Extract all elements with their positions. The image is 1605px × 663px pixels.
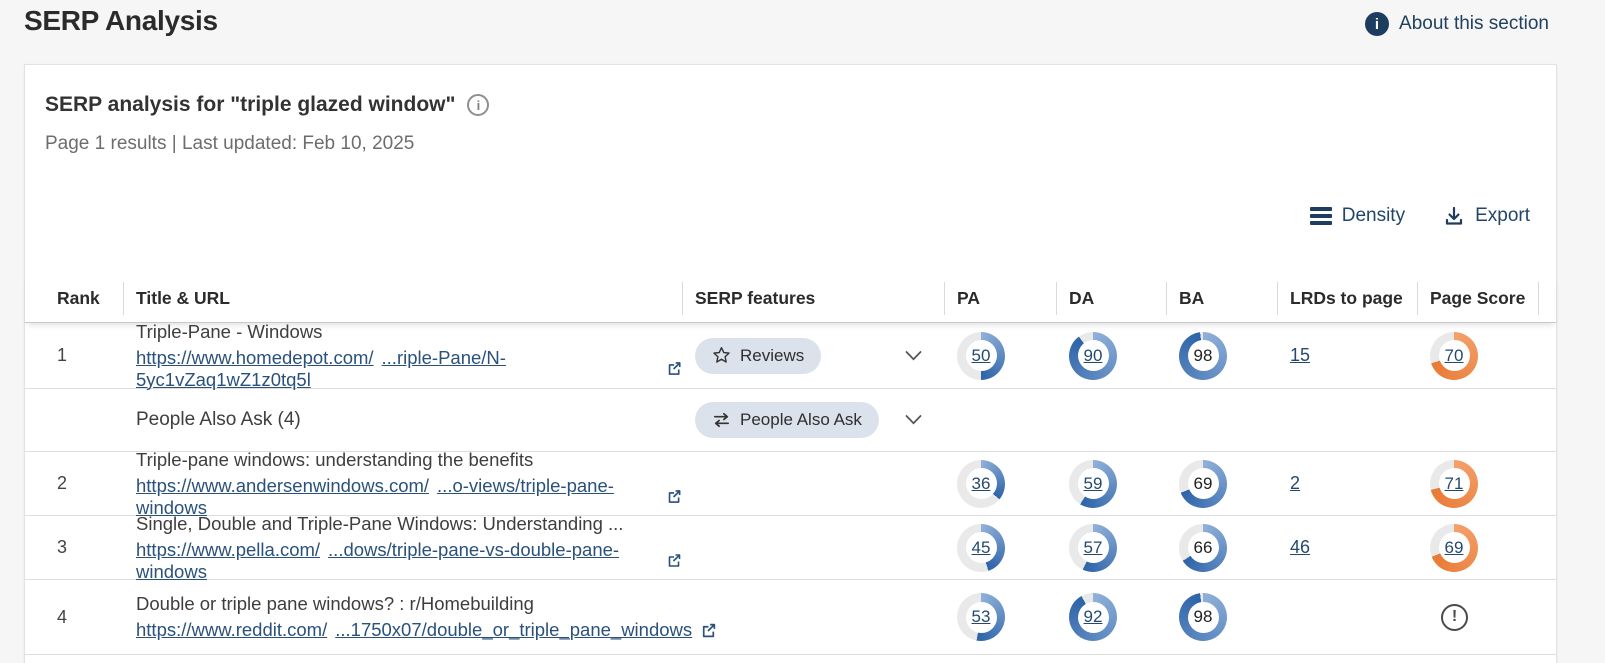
serp-feature-label: Reviews [740,346,804,366]
table-header-row: Rank Title & URL SERP features PA DA BA … [25,275,1556,323]
external-link-icon [666,360,682,377]
ba-score-donut: 66 [1179,524,1227,572]
result-title: Double or triple pane windows? : r/Homeb… [136,593,717,615]
table-row-rank-2: 2 Triple-pane windows: understanding the… [25,452,1556,516]
rank-value: 2 [57,473,67,494]
pa-score-link[interactable]: 36 [972,474,991,494]
da-score-link[interactable]: 92 [1084,607,1103,627]
page-title: SERP Analysis [24,5,218,37]
expand-row-chevron-down-icon[interactable] [905,415,922,426]
density-button[interactable]: Density [1310,205,1405,227]
export-label: Export [1475,205,1530,227]
pa-score-link[interactable]: 53 [972,607,991,627]
column-header-serp-features: SERP features [682,275,944,322]
ba-score-donut: 98 [1179,593,1227,641]
density-lines-icon [1310,207,1332,225]
ba-score-value: 66 [1194,538,1213,558]
column-header-rank: Rank [25,275,123,322]
external-link-icon [666,488,682,505]
da-score-donut: 57 [1069,524,1117,572]
pa-score-link[interactable]: 45 [972,538,991,558]
da-score-link[interactable]: 57 [1084,538,1103,558]
swap-arrows-icon [712,412,731,428]
da-score-donut: 92 [1069,593,1117,641]
pa-score-donut: 50 [957,332,1005,380]
column-header-ba: BA [1166,275,1277,322]
result-url-link[interactable]: https://www.pella.com/...dows/triple-pan… [136,539,658,583]
da-score-link[interactable]: 59 [1084,474,1103,494]
serp-feature-pill-people-also-ask[interactable]: People Also Ask [695,402,879,438]
result-title: Single, Double and Triple-Pane Windows: … [136,513,682,535]
download-icon [1443,205,1465,227]
serp-feature-pill-reviews[interactable]: Reviews [695,338,821,374]
page-score-link[interactable]: 71 [1445,474,1464,494]
export-button[interactable]: Export [1443,205,1530,227]
pa-score-link[interactable]: 50 [972,346,991,366]
result-title: Triple-pane windows: understanding the b… [136,449,682,471]
external-link-icon [666,552,682,569]
about-this-section-link[interactable]: i About this section [1365,12,1549,36]
people-also-ask-label: People Also Ask (4) [136,409,301,431]
pa-score-donut: 53 [957,593,1005,641]
expand-row-chevron-down-icon[interactable] [905,350,922,361]
column-header-da: DA [1056,275,1166,322]
result-title: Triple-Pane - Windows [136,321,682,343]
column-header-page-score: Page Score [1417,275,1539,322]
page-score-link[interactable]: 70 [1445,346,1464,366]
rank-value: 4 [57,607,67,628]
pa-score-donut: 45 [957,524,1005,572]
column-header-lrds: LRDs to page [1277,275,1417,322]
ba-score-value: 69 [1194,474,1213,494]
page-score-donut: 70 [1430,332,1478,380]
density-label: Density [1342,205,1405,227]
rank-value: 3 [57,537,67,558]
card-heading: SERP analysis for "triple glazed window" [45,93,455,117]
column-header-pa: PA [944,275,1056,322]
page-score-alert-icon[interactable]: ! [1441,604,1468,631]
ba-score-value: 98 [1194,607,1213,627]
info-outline-icon[interactable]: i [467,94,489,116]
column-header-title-url: Title & URL [123,275,682,322]
page-score-donut: 71 [1430,460,1478,508]
page-score-link[interactable]: 69 [1445,538,1464,558]
result-url-link[interactable]: https://www.reddit.com/...1750x07/double… [136,619,692,641]
result-url-link[interactable]: https://www.homedepot.com/...riple-Pane/… [136,347,658,391]
ba-score-value: 98 [1194,346,1213,366]
about-this-section-label: About this section [1399,13,1549,35]
serp-analysis-screen: SERP Analysis i About this section SERP … [0,0,1605,663]
serp-analysis-card: SERP analysis for "triple glazed window"… [24,64,1557,663]
table-row-rank-4: 4 Double or triple pane windows? : r/Hom… [25,580,1556,655]
serp-results-table: Rank Title & URL SERP features PA DA BA … [25,275,1556,655]
page-score-donut: 69 [1430,524,1478,572]
ba-score-donut: 69 [1179,460,1227,508]
lrds-link[interactable]: 46 [1290,537,1310,558]
table-row-rank-3: 3 Single, Double and Triple-Pane Windows… [25,516,1556,580]
table-row-rank-1: 1 Triple-Pane - Windows https://www.home… [25,323,1556,389]
serp-feature-label: People Also Ask [740,410,862,430]
results-meta-text: Page 1 results | Last updated: Feb 10, 2… [45,133,1556,155]
lrds-link[interactable]: 2 [1290,473,1300,494]
da-score-link[interactable]: 90 [1084,346,1103,366]
lrds-link[interactable]: 15 [1290,345,1310,366]
ba-score-donut: 98 [1179,332,1227,380]
da-score-donut: 59 [1069,460,1117,508]
table-row-people-also-ask: People Also Ask (4) People Also Ask [25,389,1556,452]
star-icon [712,346,731,365]
info-filled-icon: i [1365,12,1389,36]
da-score-donut: 90 [1069,332,1117,380]
pa-score-donut: 36 [957,460,1005,508]
rank-value: 1 [57,345,67,366]
